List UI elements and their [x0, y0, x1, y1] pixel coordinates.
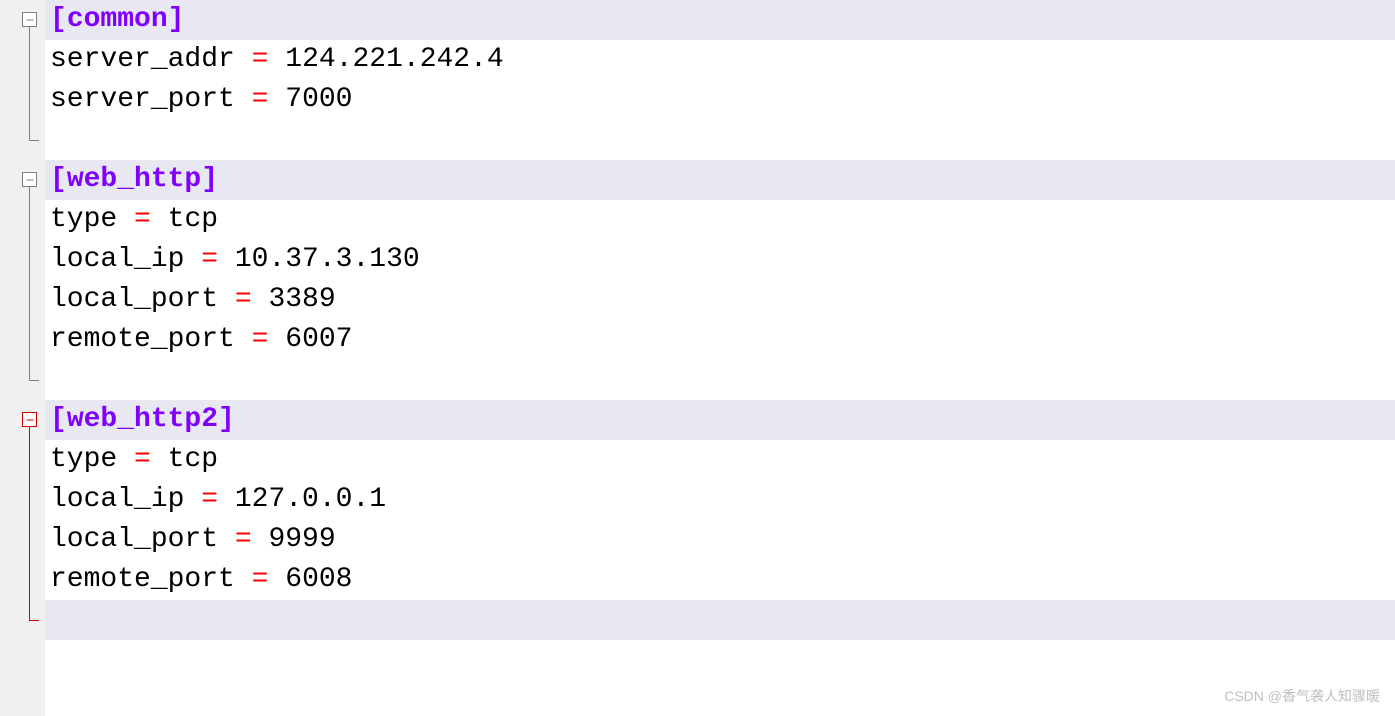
- config-line: type = tcp: [45, 440, 1395, 480]
- config-key: local_ip: [50, 484, 184, 515]
- equals-sign: =: [218, 284, 268, 315]
- bracket-open: [: [50, 404, 67, 435]
- fold-guide: [29, 187, 30, 380]
- code-editor: [common] server_addr = 124.221.242.4 ser…: [0, 0, 1395, 716]
- code-content[interactable]: [common] server_addr = 124.221.242.4 ser…: [45, 0, 1395, 716]
- equals-sign: =: [117, 444, 167, 475]
- equals-sign: =: [184, 484, 234, 515]
- config-line: remote_port = 6007: [45, 320, 1395, 360]
- config-value: tcp: [168, 204, 218, 235]
- fold-toggle-icon[interactable]: [22, 412, 37, 427]
- config-value: tcp: [168, 444, 218, 475]
- config-key: local_port: [50, 524, 218, 555]
- bracket-close: ]: [168, 4, 185, 35]
- cursor-line: [45, 600, 1395, 640]
- fold-guide: [29, 427, 30, 620]
- section-header-line: [web_http2]: [45, 400, 1395, 440]
- fold-gutter: [0, 0, 45, 716]
- bracket-close: ]: [218, 404, 235, 435]
- config-value: 7000: [285, 84, 352, 115]
- blank-line: [45, 360, 1395, 400]
- fold-end: [29, 140, 39, 141]
- config-line: local_port = 9999: [45, 520, 1395, 560]
- config-key: remote_port: [50, 564, 235, 595]
- equals-sign: =: [235, 84, 285, 115]
- section-name: web_http: [67, 164, 201, 195]
- fold-toggle-icon[interactable]: [22, 172, 37, 187]
- equals-sign: =: [117, 204, 167, 235]
- config-key: type: [50, 444, 117, 475]
- section-header-line: [web_http]: [45, 160, 1395, 200]
- equals-sign: =: [235, 44, 285, 75]
- config-value: 9999: [268, 524, 335, 555]
- config-key: type: [50, 204, 117, 235]
- equals-sign: =: [235, 324, 285, 355]
- bracket-close: ]: [201, 164, 218, 195]
- config-value: 124.221.242.4: [285, 44, 503, 75]
- section-name: common: [67, 4, 168, 35]
- config-value: 3389: [268, 284, 335, 315]
- config-key: local_ip: [50, 244, 184, 275]
- config-line: type = tcp: [45, 200, 1395, 240]
- fold-end: [29, 620, 39, 621]
- config-line: local_port = 3389: [45, 280, 1395, 320]
- fold-end: [29, 380, 39, 381]
- bracket-open: [: [50, 4, 67, 35]
- section-name: web_http2: [67, 404, 218, 435]
- config-value: 10.37.3.130: [235, 244, 420, 275]
- config-line: server_addr = 124.221.242.4: [45, 40, 1395, 80]
- blank-line: [45, 120, 1395, 160]
- config-value: 127.0.0.1: [235, 484, 386, 515]
- config-key: server_addr: [50, 44, 235, 75]
- config-value: 6007: [285, 324, 352, 355]
- config-line: server_port = 7000: [45, 80, 1395, 120]
- section-header-line: [common]: [45, 0, 1395, 40]
- config-line: local_ip = 127.0.0.1: [45, 480, 1395, 520]
- config-line: remote_port = 6008: [45, 560, 1395, 600]
- config-value: 6008: [285, 564, 352, 595]
- fold-toggle-icon[interactable]: [22, 12, 37, 27]
- config-key: local_port: [50, 284, 218, 315]
- config-key: server_port: [50, 84, 235, 115]
- config-line: local_ip = 10.37.3.130: [45, 240, 1395, 280]
- equals-sign: =: [235, 564, 285, 595]
- config-key: remote_port: [50, 324, 235, 355]
- fold-guide: [29, 27, 30, 140]
- equals-sign: =: [184, 244, 234, 275]
- equals-sign: =: [218, 524, 268, 555]
- bracket-open: [: [50, 164, 67, 195]
- watermark-text: CSDN @香气袭人知骤暖: [1224, 686, 1380, 706]
